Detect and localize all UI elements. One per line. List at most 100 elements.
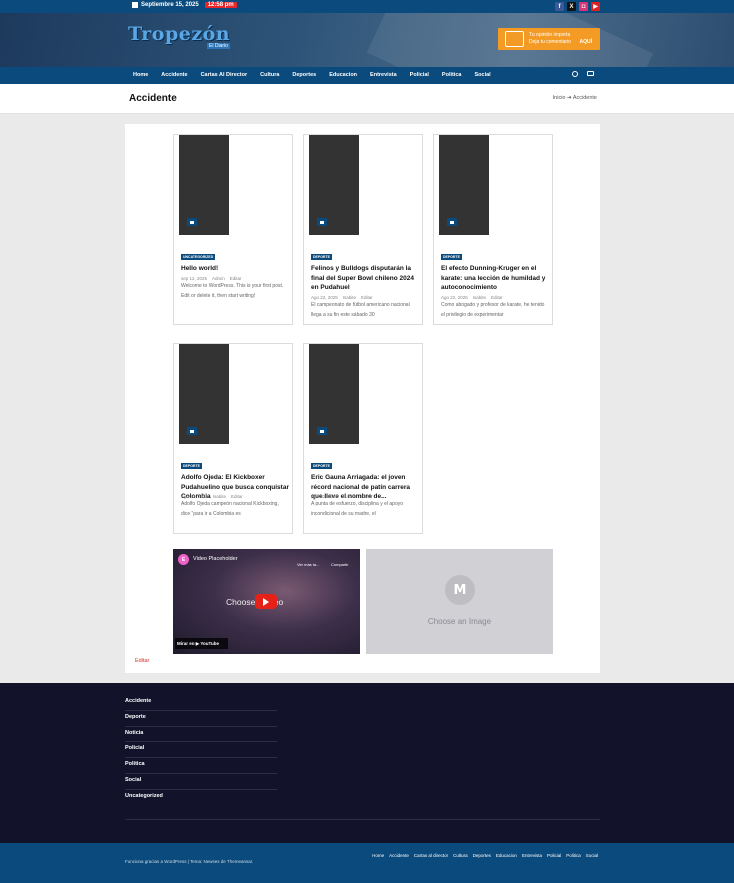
post-title[interactable]: Felinos y Bulldogs disputarán la final d…: [311, 264, 419, 293]
category-badge[interactable]: DEPORTE: [181, 463, 202, 469]
post-edit-link[interactable]: Editar: [491, 295, 503, 300]
post-date: Ago 22, 2025: [181, 494, 208, 499]
footer-category-item[interactable]: Deporte: [125, 711, 277, 727]
footer-menu-item[interactable]: Policial: [547, 853, 561, 858]
post-card[interactable]: DEPORTE Adolfo Ojeda: El Kickboxer Pudah…: [173, 343, 293, 534]
post-author[interactable]: Isabite: [343, 295, 356, 300]
footer-category-item[interactable]: Uncategorized: [125, 790, 277, 806]
nav-item-cultura[interactable]: Cultura: [260, 72, 279, 78]
post-meta: Ago 22, 2025 Isabite Editar: [441, 295, 503, 300]
post-thumbnail[interactable]: [309, 135, 359, 235]
watch-later-button[interactable]: Ver más ta...: [297, 562, 319, 567]
post-title[interactable]: El efecto Dunning-Kruger en el karate: u…: [441, 264, 549, 293]
footer-menu-item[interactable]: Politica: [566, 853, 581, 858]
category-badge[interactable]: DEPORTE: [441, 254, 462, 260]
post-thumbnail[interactable]: [309, 344, 359, 444]
instagram-icon[interactable]: ◘: [579, 2, 588, 11]
post-edit-link[interactable]: Editar: [361, 494, 373, 499]
post-edit-link[interactable]: Editar: [361, 295, 373, 300]
footer-menu-item[interactable]: Cartas al director: [414, 853, 448, 858]
play-icon[interactable]: [255, 594, 277, 609]
video-format-icon: [317, 218, 327, 226]
post-excerpt: Adolfo Ojeda campeón nacional Kickboxing…: [181, 501, 279, 517]
video-format-icon: [187, 427, 197, 435]
post-card[interactable]: DEPORTE El efecto Dunning-Kruger en el k…: [433, 134, 553, 325]
youtube-icon[interactable]: ▶: [591, 2, 600, 11]
category-badge[interactable]: UNCATEGORIZED: [181, 254, 216, 260]
footer-category-item[interactable]: Social: [125, 774, 277, 790]
video-title[interactable]: Video Placeholder: [193, 556, 238, 562]
footer-menu-item[interactable]: Deportes: [473, 853, 491, 858]
nav-item-home[interactable]: Home: [133, 72, 148, 78]
post-author[interactable]: Isabite: [473, 295, 486, 300]
footer-category-item[interactable]: Politica: [125, 758, 277, 774]
post-author[interactable]: Admin: [212, 276, 225, 281]
footer-menu: Home Accidente Cartas al director Cultur…: [358, 853, 598, 858]
nav-item-entrevista[interactable]: Entrevista: [370, 72, 397, 78]
content-area: UNCATEGORIZED Hello world! sep 12, 2025 …: [125, 124, 600, 673]
footer-category-item[interactable]: Noticia: [125, 727, 277, 743]
post-meta: Ago 22, 2025 Isabite Editar: [181, 494, 243, 499]
site-logo[interactable]: Tropezón: [128, 23, 230, 45]
nav-item-social[interactable]: Social: [474, 72, 490, 78]
current-date: Septiembre 15, 2025: [141, 2, 199, 8]
share-button[interactable]: Compartir: [331, 562, 349, 567]
post-excerpt: Como abogado y profesor de karate, he te…: [441, 302, 545, 318]
post-meta: Ago 22, 2025 Isabite Editar: [311, 494, 373, 499]
breadcrumb[interactable]: Inicio ➜ Accidente: [553, 95, 597, 101]
post-card[interactable]: DEPORTE Felinos y Bulldogs disputarán la…: [303, 134, 423, 325]
nav-item-deportes[interactable]: Deportes: [292, 72, 316, 78]
nav-item-policial[interactable]: Policial: [410, 72, 429, 78]
post-edit-link[interactable]: Editar: [230, 276, 242, 281]
edit-page-link[interactable]: Editar: [135, 658, 149, 664]
nav-item-accidente[interactable]: Accidente: [161, 72, 187, 78]
nav-item-educacion[interactable]: Educacion: [329, 72, 357, 78]
video-placeholder[interactable]: E Video Placeholder Ver más ta... Compar…: [173, 549, 360, 654]
post-date: sep 12, 2025: [181, 276, 208, 281]
ad-cta: AQUÍ: [579, 39, 593, 45]
post-date: Ago 22, 2025: [311, 295, 338, 300]
channel-avatar: E: [178, 554, 189, 565]
site-logo-subtitle: El Diario: [207, 43, 230, 49]
post-meta: sep 12, 2025 Admin Editar: [181, 276, 242, 281]
nav-item-politica[interactable]: Politica: [442, 72, 462, 78]
post-card[interactable]: DEPORTE Eric Gauna Arriagada: el joven r…: [303, 343, 423, 534]
footer-category-item[interactable]: Policial: [125, 742, 277, 759]
footer-menu-item[interactable]: Entrevista: [522, 853, 542, 858]
footer-category-list: Accidente Deporte Noticia Policial Polit…: [125, 695, 277, 806]
footer-menu-item[interactable]: Home: [372, 853, 384, 858]
post-author[interactable]: Isabite: [213, 494, 226, 499]
post-meta: Ago 22, 2025 Isabite Editar: [311, 295, 373, 300]
image-placeholder[interactable]: M Choose an Image: [366, 549, 553, 654]
facebook-icon[interactable]: f: [555, 2, 564, 11]
post-thumbnail[interactable]: [439, 135, 489, 235]
ad-text: Tu opinión importa: [529, 32, 571, 38]
nav-item-cartas[interactable]: Cartas Al Director: [201, 72, 248, 78]
post-card[interactable]: UNCATEGORIZED Hello world! sep 12, 2025 …: [173, 134, 293, 325]
post-author[interactable]: Isabite: [343, 494, 356, 499]
post-edit-link[interactable]: Editar: [231, 494, 243, 499]
x-icon[interactable]: X: [567, 2, 576, 11]
footer-menu-item[interactable]: Social: [586, 853, 598, 858]
video-format-icon: [447, 218, 457, 226]
image-placeholder-icon: M: [445, 575, 475, 605]
site-footer: Accidente Deporte Noticia Policial Polit…: [0, 683, 734, 843]
category-badge[interactable]: DEPORTE: [311, 254, 332, 260]
footer-category-item[interactable]: Accidente: [125, 695, 277, 711]
post-thumbnail[interactable]: [179, 344, 229, 444]
post-title[interactable]: Hello world!: [181, 264, 289, 274]
breadcrumb-bar: Accidente Inicio ➜ Accidente: [0, 84, 734, 114]
post-date: Ago 22, 2025: [441, 295, 468, 300]
footer-menu-item[interactable]: Cultura: [453, 853, 468, 858]
category-badge[interactable]: DEPORTE: [311, 463, 332, 469]
footer-bottom-bar: Funciona gracias a WordPress | Tema: New…: [0, 843, 734, 883]
post-date: Ago 22, 2025: [311, 494, 338, 499]
footer-menu-item[interactable]: Accidente: [389, 853, 409, 858]
comment-ad-banner[interactable]: Tu opinión importa Deja tu comentario AQ…: [498, 28, 600, 50]
footer-menu-item[interactable]: Educacion: [496, 853, 517, 858]
post-thumbnail[interactable]: [179, 135, 229, 235]
watch-on-youtube-button[interactable]: Mirar en ▶ YouTube: [175, 638, 228, 649]
date-display: Septiembre 15, 2025 12:58 pm: [132, 2, 237, 8]
screen-icon[interactable]: [587, 71, 594, 76]
search-icon[interactable]: [572, 71, 578, 77]
